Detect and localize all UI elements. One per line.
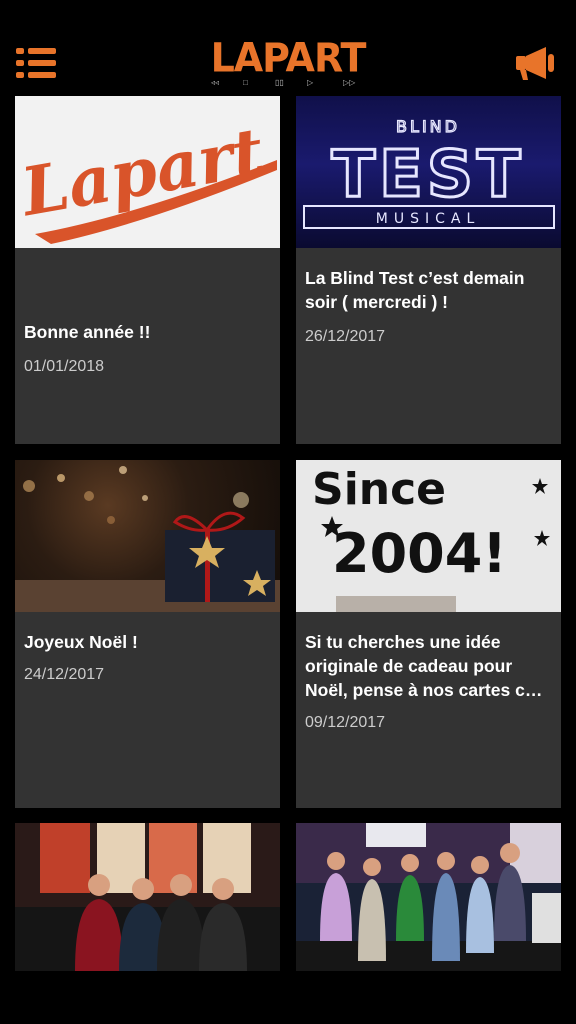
post-thumbnail <box>296 823 561 971</box>
news-card[interactable]: Since 2004! Si tu cherches une idée orig… <box>296 460 561 808</box>
hamburger-menu-icon[interactable] <box>16 46 58 80</box>
news-card[interactable]: Joyeux Noël ! 24/12/2017 <box>15 460 280 808</box>
post-title: La Blind Test c’est demain soir ( mercre… <box>305 268 525 312</box>
post-date: 01/01/2018 <box>24 358 105 375</box>
logo-control-play: ▷ <box>307 78 314 87</box>
blind-text: BLIND <box>396 117 460 136</box>
post-thumbnail: Since 2004! <box>296 460 561 612</box>
since-text: Since <box>312 464 446 515</box>
logo-text: LAPART <box>210 34 367 82</box>
post-title: Bonne année !! <box>24 322 151 342</box>
since-year-text: 2004! <box>332 522 507 585</box>
musical-text: MUSICAL <box>376 211 481 227</box>
logo-control-stop: □ <box>243 78 248 87</box>
logo-control-rewind: ◃◃ <box>211 78 220 87</box>
post-date: 26/12/2017 <box>305 328 386 345</box>
news-card[interactable]: Lapart Bonne année !! 01/01/2018 <box>15 96 280 444</box>
test-text: TEST <box>331 138 524 212</box>
app-header: LAPART ◃◃ □ ▯▯ ▷ ▷▷ <box>0 0 576 95</box>
post-title: Si tu cherches une idée originale de cad… <box>305 632 543 700</box>
app-logo: LAPART ◃◃ □ ▯▯ ▷ ▷▷ <box>205 34 371 88</box>
news-card[interactable]: BLIND TEST MUSICAL La Blind Test c’est d… <box>296 96 561 444</box>
megaphone-icon[interactable] <box>512 44 560 82</box>
post-thumbnail <box>15 823 280 971</box>
logo-controls: ◃◃ □ ▯▯ ▷ ▷▷ <box>205 78 371 88</box>
logo-control-pause: ▯▯ <box>275 78 284 87</box>
logo-control-forward: ▷▷ <box>343 78 356 87</box>
news-card[interactable] <box>296 823 561 971</box>
post-title: Joyeux Noël ! <box>24 632 138 652</box>
post-thumbnail: Lapart <box>15 96 280 248</box>
post-date: 09/12/2017 <box>305 714 386 731</box>
post-date: 24/12/2017 <box>24 666 105 683</box>
news-card[interactable] <box>15 823 280 971</box>
post-thumbnail: BLIND TEST MUSICAL <box>296 96 561 248</box>
post-thumbnail <box>15 460 280 612</box>
